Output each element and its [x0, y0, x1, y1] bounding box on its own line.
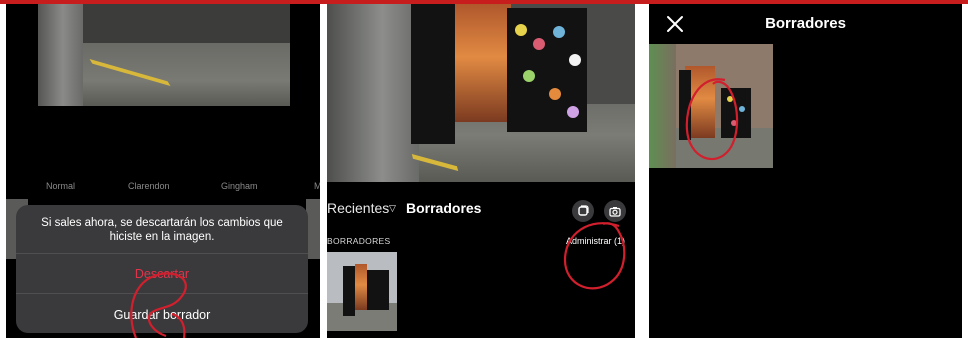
filter-strip: Normal Clarendon Gingham M [6, 181, 320, 195]
drafts-tab[interactable]: Borradores [406, 200, 481, 216]
divider [16, 253, 308, 254]
annotation-scribble [685, 78, 739, 161]
drafts-section-label: BORRADORES [327, 236, 391, 246]
album-selector[interactable]: Recientes [327, 200, 389, 216]
draft-thumbnail[interactable] [327, 252, 397, 331]
page-title: Borradores [765, 15, 846, 32]
preview-photo [327, 4, 635, 182]
annotation-scribble [130, 272, 187, 338]
screen-drafts: Borradores [649, 4, 962, 338]
screen-discard-dialog: Normal Clarendon Gingham M Si sales ahor… [6, 4, 320, 338]
edited-photo [38, 4, 290, 106]
chevron-down-icon[interactable]: ▽ [389, 203, 396, 214]
filter-thumb[interactable] [306, 199, 320, 259]
annotation-scribble [563, 222, 626, 290]
filter-clarendon[interactable]: Clarendon [128, 181, 170, 191]
drafts-header: Borradores [649, 4, 962, 44]
filter-normal[interactable]: Normal [46, 181, 75, 191]
dialog-message: Si sales ahora, se descartarán los cambi… [41, 217, 283, 243]
screen-gallery-drafts: Recientes ▽ Borradores BORRADORES Admini… [327, 4, 635, 338]
filter-gingham[interactable]: Gingham [221, 181, 258, 191]
